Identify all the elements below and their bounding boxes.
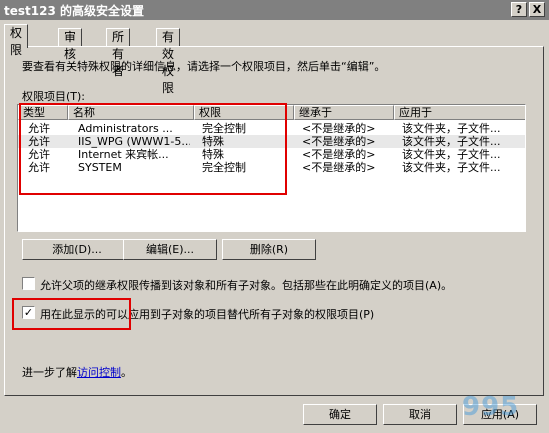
watermark-logo: 995 [462,392,520,422]
window-title: test123 的高级安全设置 [4,4,144,18]
tab-owner[interactable]: 所有者 [106,28,131,78]
tab-permissions[interactable]: 权限 [4,24,29,57]
instructions-text: 要查看有关特殊权限的详细信息，请选择一个权限项目，然后单击“编辑”。 [22,60,386,73]
column-header-inherited-from[interactable]: 继承于 [294,105,394,120]
cell-apply-to: 该文件夹，子文件... [402,148,501,161]
column-header-apply-to[interactable]: 应用于 [394,105,525,120]
cell-inherited-from: <不是继承的> [302,135,376,148]
cell-apply-to: 该文件夹，子文件... [402,161,501,174]
permission-entries-label: 权限项目(T): [22,90,86,103]
cancel-button[interactable]: 取消 [383,404,457,425]
highlight-box-checkbox [12,298,131,330]
highlight-box-entries [19,103,287,195]
learn-more-text: 进一步了解访问控制。 [22,364,132,380]
cell-apply-to: 该文件夹，子文件... [402,122,501,135]
cell-inherited-from: <不是继承的> [302,148,376,161]
remove-button[interactable]: 删除(R) [222,239,316,260]
inherit-permissions-label[interactable]: 允许父项的继承权限传播到该对象和所有子对象。包括那些在此明确定义的项目(A)。 [40,277,452,293]
add-button[interactable]: 添加(D)... [22,239,132,260]
learn-more-suffix: 。 [121,366,132,379]
edit-button[interactable]: 编辑(E)... [123,239,217,260]
title-bar[interactable]: test123 的高级安全设置 ? X [0,0,549,20]
learn-more-prefix: 进一步了解 [22,366,77,379]
help-button[interactable]: ? [511,2,527,17]
cell-inherited-from: <不是继承的> [302,161,376,174]
tab-auditing[interactable]: 审核 [58,28,83,61]
access-control-link[interactable]: 访问控制 [77,366,121,379]
tab-effective-permissions[interactable]: 有效权限 [156,28,181,95]
inherit-permissions-checkbox[interactable] [22,277,35,290]
cell-inherited-from: <不是继承的> [302,122,376,135]
cell-apply-to: 该文件夹，子文件... [402,135,501,148]
ok-button[interactable]: 确定 [303,404,377,425]
close-button[interactable]: X [529,2,545,17]
advanced-security-dialog: test123 的高级安全设置 ? X 权限 审核 所有者 有效权限 要查看有关… [0,0,549,433]
